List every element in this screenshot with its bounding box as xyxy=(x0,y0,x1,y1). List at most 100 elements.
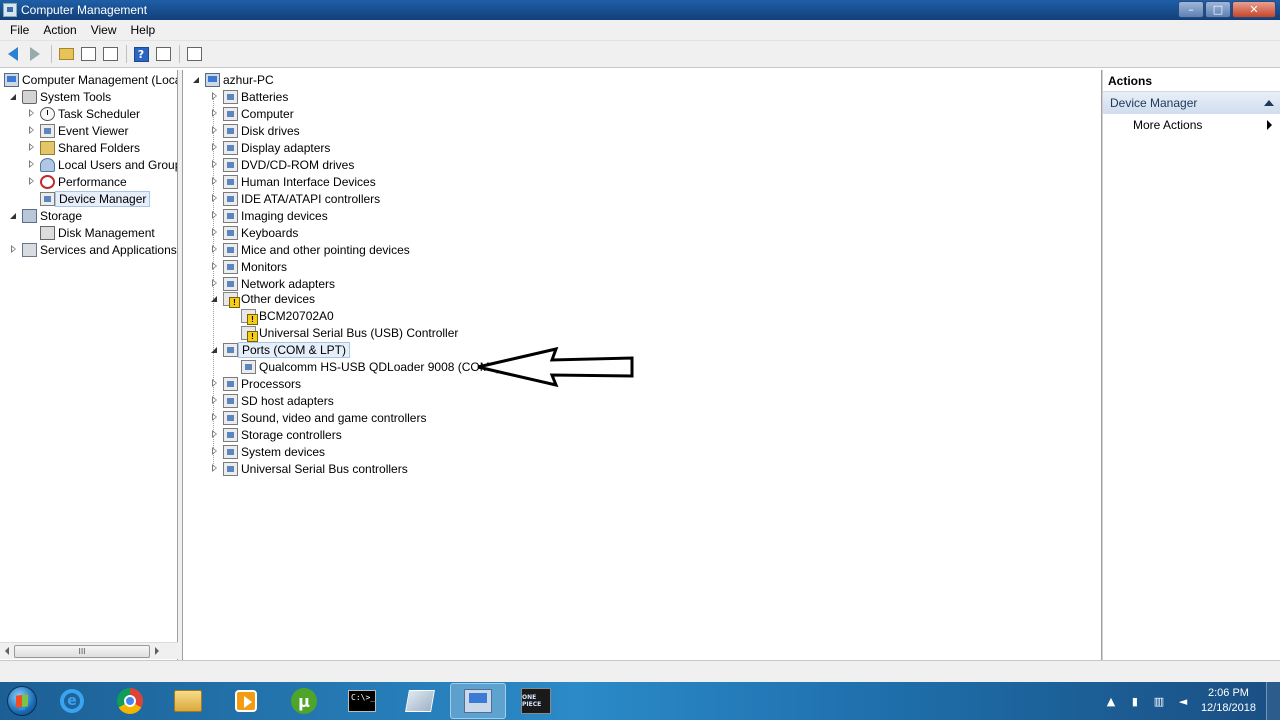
tree-device-manager[interactable]: Device Manager xyxy=(40,190,151,207)
device-root[interactable]: azhur-PC xyxy=(193,71,274,88)
up-one-level-button[interactable] xyxy=(56,44,76,64)
minimize-button[interactable]: – xyxy=(1178,1,1204,18)
tree-local-users[interactable]: Local Users and Groups xyxy=(28,156,177,173)
device-category[interactable]: Storage controllers xyxy=(211,426,342,443)
tree-storage[interactable]: Storage xyxy=(10,207,82,224)
expand-collapsed-icon[interactable] xyxy=(211,109,219,118)
scrollbar-thumb[interactable]: III xyxy=(14,644,150,658)
tree-shared-folders[interactable]: Shared Folders xyxy=(28,139,140,156)
device-category[interactable]: Mice and other pointing devices xyxy=(211,241,410,258)
device-category[interactable]: Batteries xyxy=(211,88,288,105)
expand-open-icon[interactable] xyxy=(10,212,18,220)
volume-icon[interactable]: ◄ xyxy=(1176,694,1190,708)
expand-collapsed-icon[interactable] xyxy=(211,464,219,473)
taskbar-media-player[interactable] xyxy=(218,683,274,719)
help-button[interactable]: ? xyxy=(131,44,151,64)
show-hidden-icons-icon[interactable]: ▲ xyxy=(1104,694,1118,708)
device-category[interactable]: DVD/CD-ROM drives xyxy=(211,156,354,173)
show-hide-console-tree-button[interactable] xyxy=(78,44,98,64)
actions-section-device-manager[interactable]: Device Manager xyxy=(1103,92,1280,114)
device-category[interactable]: IDE ATA/ATAPI controllers xyxy=(211,190,380,207)
back-button[interactable] xyxy=(3,44,23,64)
expand-collapsed-icon[interactable] xyxy=(28,109,36,118)
taskbar-notebook[interactable] xyxy=(392,683,448,719)
expand-open-icon[interactable] xyxy=(211,295,219,303)
taskbar-utorrent[interactable]: µ xyxy=(276,683,332,719)
network-icon[interactable]: ▥ xyxy=(1152,694,1166,708)
taskbar-explorer[interactable] xyxy=(160,683,216,719)
device-category[interactable]: SD host adapters xyxy=(211,392,334,409)
clock[interactable]: 2:06 PM 12/18/2018 xyxy=(1201,686,1256,716)
expand-collapsed-icon[interactable] xyxy=(211,279,219,288)
expand-open-icon[interactable] xyxy=(193,76,201,84)
device-category-ports[interactable]: Ports (COM & LPT) xyxy=(211,341,351,358)
tree-disk-management[interactable]: Disk Management xyxy=(40,224,155,241)
expand-collapsed-icon[interactable] xyxy=(211,413,219,422)
expand-collapsed-icon[interactable] xyxy=(10,245,18,254)
device-category[interactable]: Processors xyxy=(211,375,301,392)
device-category[interactable]: Human Interface Devices xyxy=(211,173,376,190)
device-category[interactable]: Disk drives xyxy=(211,122,300,139)
show-hide-action-pane-button[interactable] xyxy=(153,44,173,64)
tree-task-scheduler[interactable]: Task Scheduler xyxy=(28,105,140,122)
expand-collapsed-icon[interactable] xyxy=(211,262,219,271)
device-qualcomm-port[interactable]: Qualcomm HS-USB QDLoader 9008 (COM6) xyxy=(241,358,500,375)
power-icon[interactable]: ▮ xyxy=(1128,694,1142,708)
expand-collapsed-icon[interactable] xyxy=(211,447,219,456)
device-bcm20702a0[interactable]: BCM20702A0 xyxy=(241,307,334,325)
expand-collapsed-icon[interactable] xyxy=(211,92,219,101)
device-category[interactable]: Computer xyxy=(211,105,294,122)
expand-collapsed-icon[interactable] xyxy=(211,211,219,220)
expand-collapsed-icon[interactable] xyxy=(211,430,219,439)
maximize-button[interactable]: □ xyxy=(1205,1,1231,18)
scan-hardware-button[interactable] xyxy=(184,44,204,64)
taskbar-chrome[interactable] xyxy=(102,683,158,719)
expand-collapsed-icon[interactable] xyxy=(211,143,219,152)
device-usb-controller-unknown[interactable]: Universal Serial Bus (USB) Controller xyxy=(241,324,458,342)
device-category[interactable]: Display adapters xyxy=(211,139,330,156)
device-category[interactable]: Monitors xyxy=(211,258,287,275)
start-button[interactable] xyxy=(0,682,44,720)
scroll-left-arrow-icon[interactable] xyxy=(5,647,9,655)
expand-collapsed-icon[interactable] xyxy=(28,126,36,135)
more-actions-item[interactable]: More Actions xyxy=(1103,114,1280,136)
scroll-right-arrow-icon[interactable] xyxy=(155,647,159,655)
device-category[interactable]: System devices xyxy=(211,443,325,460)
device-category[interactable]: Keyboards xyxy=(211,224,298,241)
taskbar-internet-explorer[interactable]: e xyxy=(44,683,100,719)
tree-event-viewer[interactable]: Event Viewer xyxy=(28,122,128,139)
collapse-caret-icon[interactable] xyxy=(1264,100,1274,106)
taskbar-computer-management[interactable] xyxy=(450,683,506,719)
expand-collapsed-icon[interactable] xyxy=(211,160,219,169)
expand-collapsed-icon[interactable] xyxy=(211,396,219,405)
properties-button[interactable] xyxy=(100,44,120,64)
expand-collapsed-icon[interactable] xyxy=(28,177,36,186)
show-desktop-button[interactable] xyxy=(1266,682,1280,720)
close-button[interactable]: ✕ xyxy=(1232,1,1276,18)
expand-collapsed-icon[interactable] xyxy=(211,379,219,388)
menu-help[interactable]: Help xyxy=(124,23,163,37)
expand-open-icon[interactable] xyxy=(211,346,219,354)
tree-root[interactable]: Computer Management (Local xyxy=(4,71,177,88)
device-category[interactable]: Universal Serial Bus controllers xyxy=(211,460,408,477)
expand-collapsed-icon[interactable] xyxy=(211,245,219,254)
expand-collapsed-icon[interactable] xyxy=(211,194,219,203)
menu-file[interactable]: File xyxy=(3,23,36,37)
device-category-other[interactable]: Other devices xyxy=(211,290,315,308)
tree-system-tools[interactable]: System Tools xyxy=(10,88,111,105)
tree-services[interactable]: Services and Applications xyxy=(10,241,177,258)
expand-collapsed-icon[interactable] xyxy=(211,228,219,237)
taskbar-command-prompt[interactable]: C:\>_ xyxy=(334,683,390,719)
menu-view[interactable]: View xyxy=(84,23,124,37)
horizontal-scrollbar[interactable]: III xyxy=(0,642,178,659)
expand-collapsed-icon[interactable] xyxy=(211,126,219,135)
device-category[interactable]: Imaging devices xyxy=(211,207,328,224)
taskbar-game[interactable]: ONE PIECE xyxy=(508,683,564,719)
device-category[interactable]: Sound, video and game controllers xyxy=(211,409,426,426)
menu-action[interactable]: Action xyxy=(36,23,83,37)
expand-open-icon[interactable] xyxy=(10,93,18,101)
tree-performance[interactable]: Performance xyxy=(28,173,127,190)
expand-collapsed-icon[interactable] xyxy=(211,177,219,186)
expand-collapsed-icon[interactable] xyxy=(28,160,36,169)
expand-collapsed-icon[interactable] xyxy=(28,143,36,152)
